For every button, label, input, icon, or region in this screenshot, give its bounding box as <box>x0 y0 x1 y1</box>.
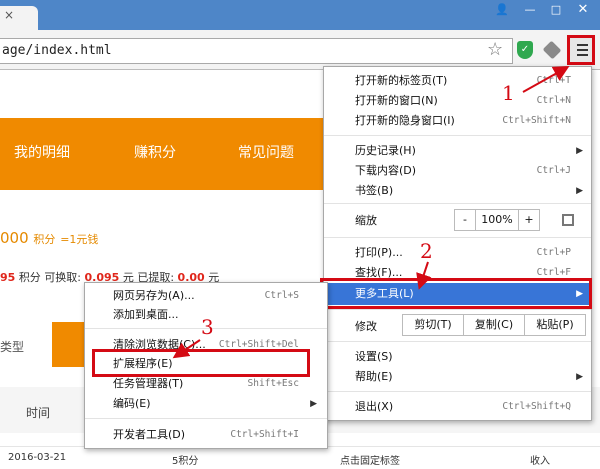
annotation-number-2: 2 <box>420 239 433 263</box>
arrow-3 <box>172 339 201 359</box>
annotation-arrows <box>172 66 570 359</box>
annotation-number-1: 1 <box>502 81 515 105</box>
annotation-number-3: 3 <box>201 315 214 339</box>
arrow-2 <box>416 261 432 290</box>
arrow-1 <box>522 66 570 93</box>
